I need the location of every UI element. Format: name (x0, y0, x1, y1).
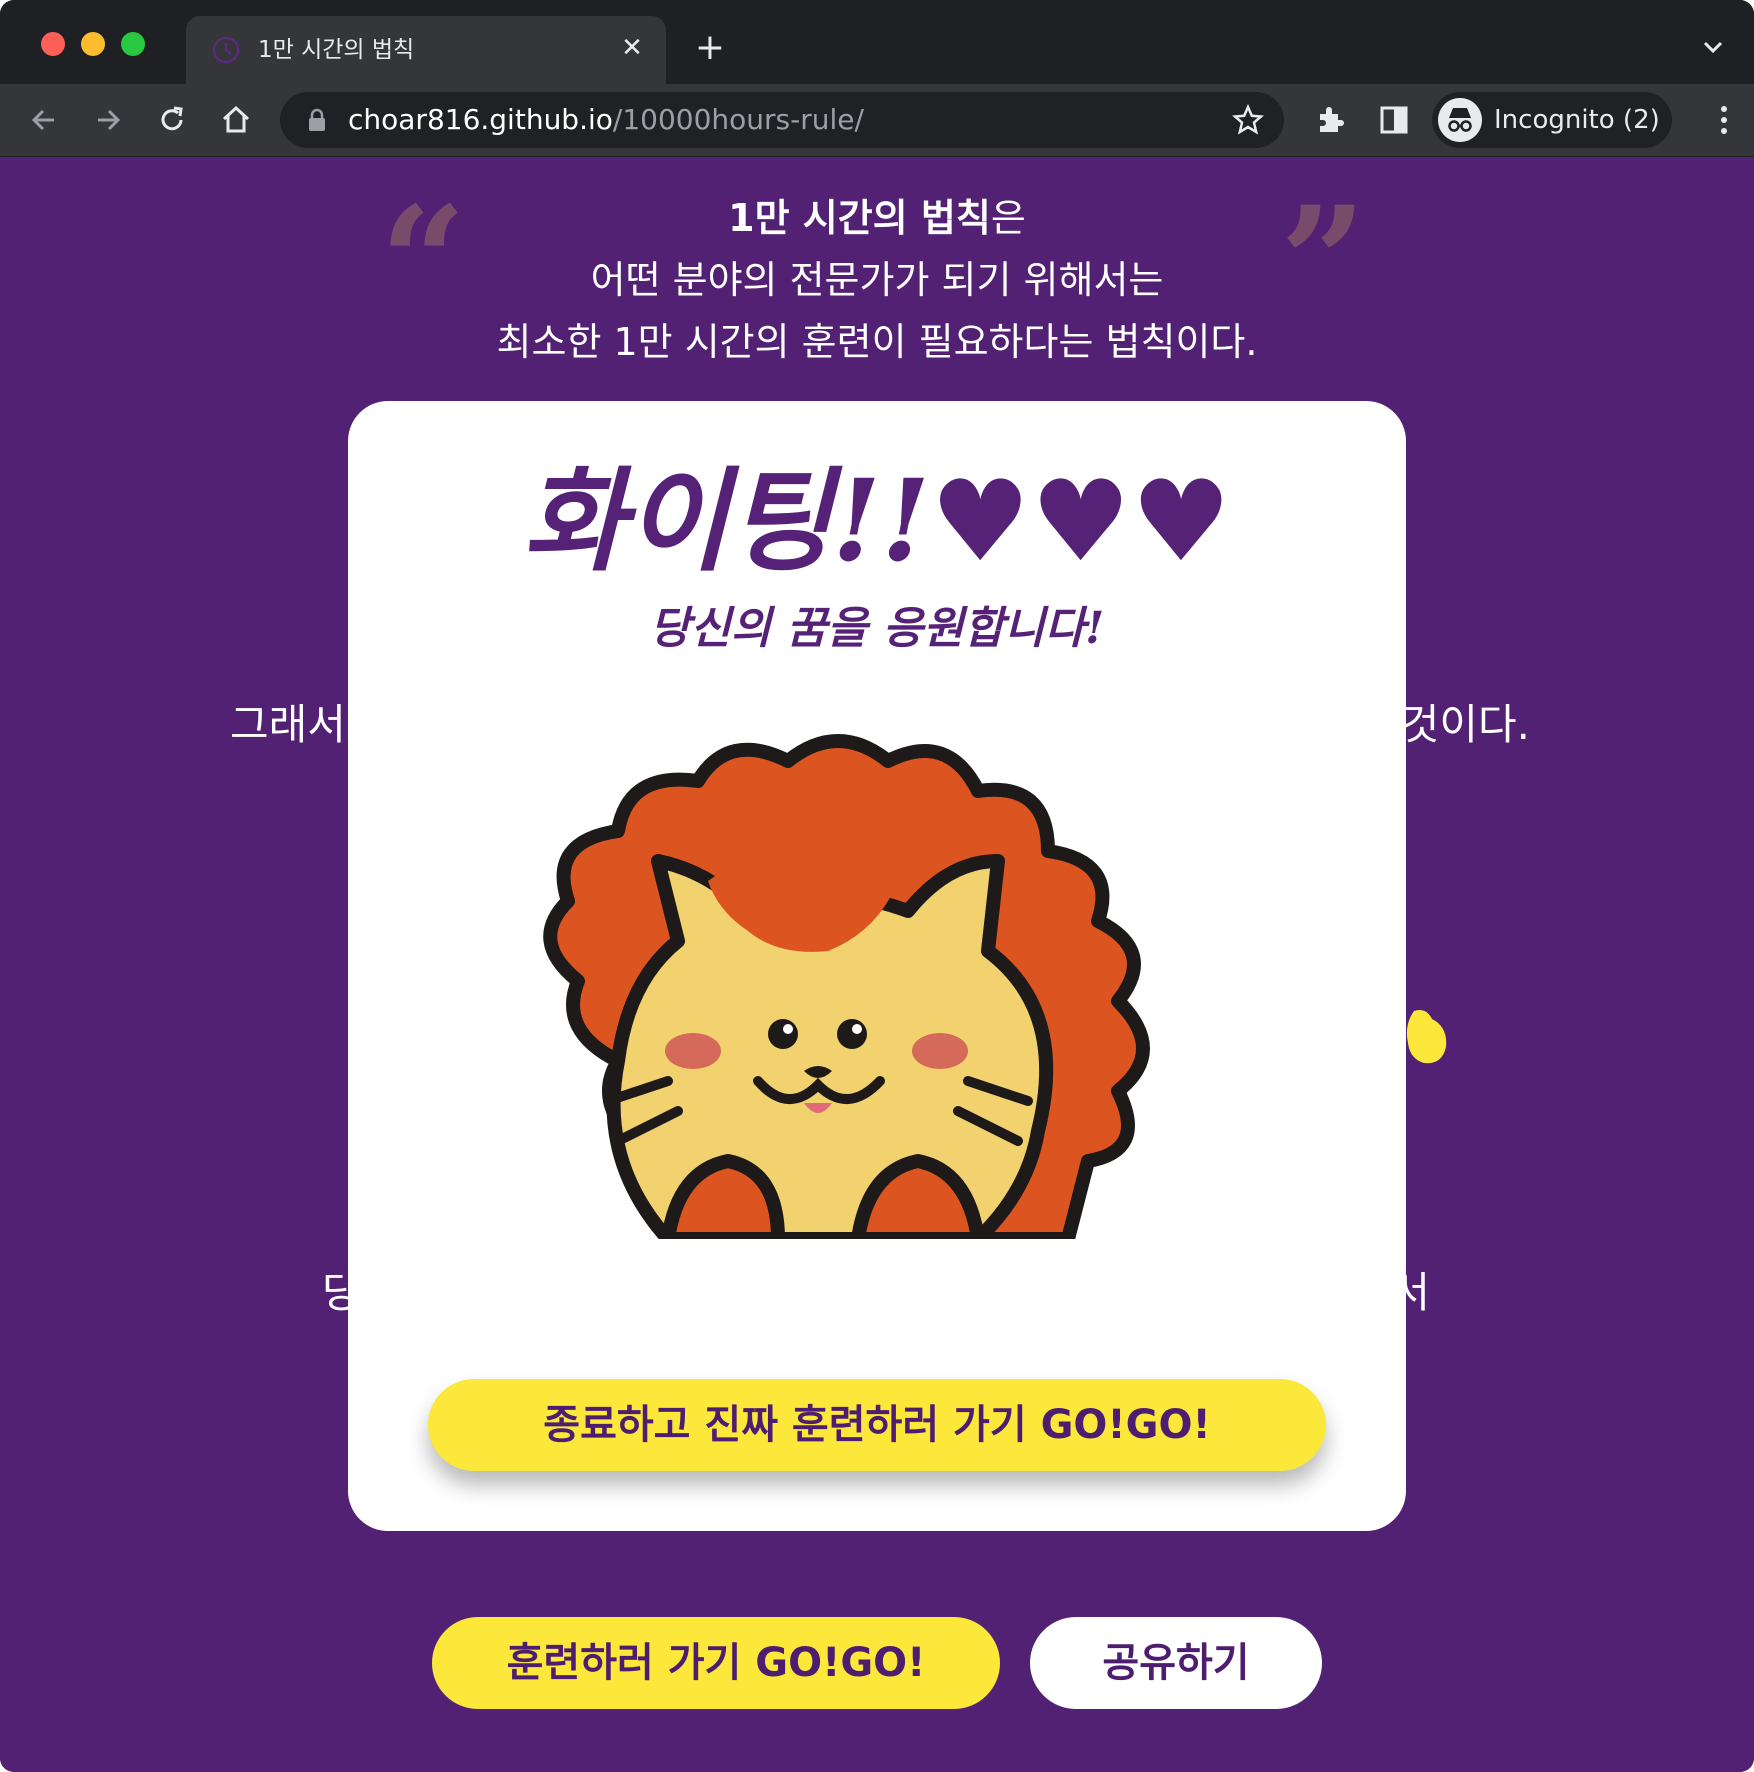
hearts-decoration: ♥♥♥ (930, 456, 1232, 587)
intro-line-3: 최소한 1만 시간의 훈련이 필요하다는 법칙이다. (496, 320, 1258, 364)
home-icon[interactable] (216, 100, 256, 140)
toolbar: choar816.github.io/10000hours-rule/ Inco… (0, 84, 1754, 156)
minimize-window-button[interactable] (81, 32, 105, 56)
side-panel-icon[interactable] (1376, 102, 1412, 138)
tab-title: 1만 시간의 법칙 (258, 37, 415, 63)
reload-icon[interactable] (152, 100, 192, 140)
cheer-subtitle: 당신의 꿈을 응원합니다! (649, 603, 1105, 654)
clap-emoji-partial (1406, 1010, 1447, 1064)
extensions-icon[interactable] (1312, 102, 1348, 138)
back-icon[interactable] (24, 100, 64, 140)
profile-button[interactable]: Incognito (2) (1432, 92, 1672, 148)
close-window-button[interactable] (41, 32, 65, 56)
incognito-icon (1438, 98, 1482, 142)
maximize-window-button[interactable] (121, 32, 145, 56)
tab-active[interactable]: 1만 시간의 법칙 ✕ (186, 16, 666, 84)
new-tab-button[interactable]: + (690, 28, 730, 68)
background-text-1-right: 것이다. (1400, 700, 1530, 749)
tab-strip: 1만 시간의 법칙 ✕ + (0, 0, 1754, 84)
intro-text: 1만 시간의 법칙은 어떤 분야의 전문가가 되기 위해서는 최소한 1만 시간… (0, 187, 1754, 373)
page-content: “ ” 1만 시간의 법칙은 어떤 분야의 전문가가 되기 위해서는 최소한 1… (0, 157, 1754, 1772)
forward-icon[interactable] (88, 100, 128, 140)
modal-dialog: 화이팅!!♥♥♥ 당신의 꿈을 응원합니다! 종료하고 진짜 훈련하러 가기 G… (348, 401, 1406, 1531)
favicon-icon (212, 36, 240, 64)
url-text[interactable]: choar816.github.io/10000hours-rule/ (348, 102, 864, 138)
background-text-1-left: 그래서 (230, 700, 346, 749)
address-bar[interactable]: choar816.github.io/10000hours-rule/ (280, 92, 1284, 148)
tab-close-icon[interactable]: ✕ (616, 32, 648, 64)
close-and-train-button[interactable]: 종료하고 진짜 훈련하러 가기 GO!GO! (428, 1379, 1326, 1471)
star-icon[interactable] (1232, 104, 1264, 136)
cheer-title: 화이팅!!♥♥♥ (522, 456, 1232, 587)
browser-window: 1만 시간의 법칙 ✕ + choar816.github.io/10000ho… (0, 0, 1754, 1772)
lion-character-illustration (543, 734, 1150, 1239)
intro-strong: 1만 시간의 법칙 (728, 196, 991, 240)
profile-label: Incognito (2) (1494, 105, 1660, 135)
share-button[interactable]: 공유하기 (1030, 1617, 1322, 1709)
train-button[interactable]: 훈련하러 가기 GO!GO! (432, 1617, 1000, 1709)
lock-icon[interactable] (308, 108, 326, 132)
intro-line-1: 1만 시간의 법칙은 (728, 196, 1026, 240)
menu-icon[interactable] (1718, 102, 1730, 138)
tab-search-icon[interactable] (1700, 34, 1726, 60)
intro-line-2: 어떤 분야의 전문가가 되기 위해서는 (590, 258, 1164, 302)
